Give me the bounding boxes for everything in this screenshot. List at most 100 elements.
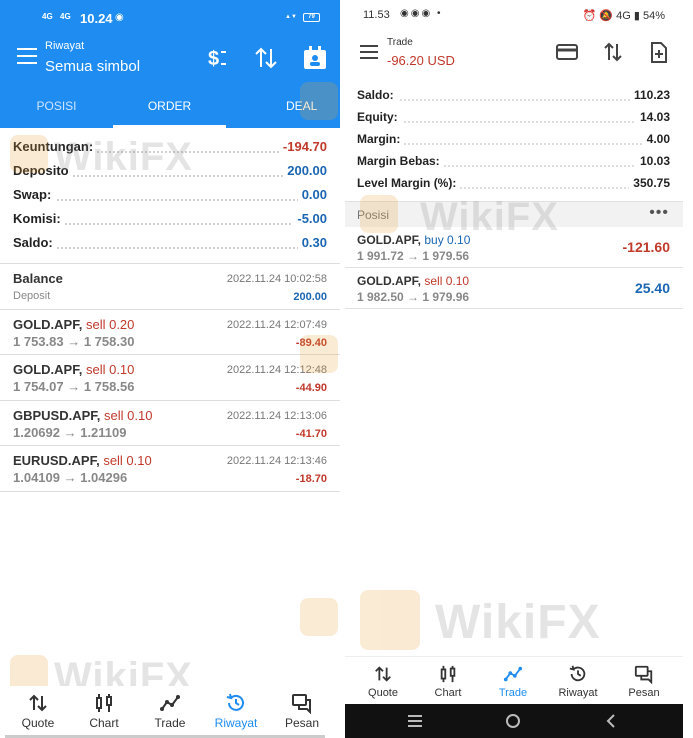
battery-level: 79 (308, 14, 315, 20)
recent-apps-icon[interactable] (407, 714, 423, 728)
nav-trade[interactable]: Trade (137, 686, 203, 738)
nav-pesan[interactable]: Pesan (611, 657, 677, 705)
list-item[interactable]: EURUSD.APF, sell 0.10 1.04109 → 1.04296 … (0, 446, 340, 492)
summary-value: -5.00 (293, 211, 327, 226)
list-item[interactable]: GBPUSD.APF, sell 0.10 1.20692 → 1.21109 … (0, 401, 340, 446)
appbar-title[interactable]: Semua simbol (45, 58, 140, 75)
nav-label: Quote (368, 687, 398, 699)
history-list: Balance Deposit 2022.11.24 10:02:58 200.… (0, 263, 340, 492)
watermark-logo (300, 335, 340, 375)
summary-row-margin: Margin: 4.00 (345, 128, 683, 150)
card-icon[interactable] (555, 41, 579, 63)
summary-row-balance: Saldo: 0.30 (0, 226, 340, 250)
quote-arrows-icon (29, 694, 47, 712)
new-order-icon[interactable] (647, 41, 671, 63)
summary-row-saldo: Saldo: 110.23 (345, 84, 683, 106)
history-value: -41.70 (295, 427, 327, 440)
summary-value: 350.75 (629, 176, 670, 190)
status-bar: 4G 4G 10.24 ◉ ▲▼ 79 (0, 0, 340, 36)
summary-label: Saldo: (357, 88, 398, 102)
history-symbol: EURUSD.APF, (13, 453, 100, 468)
app-bar: Riwayat Semua simbol $ (0, 36, 340, 86)
appbar-title: Trade (387, 37, 413, 48)
history-sub: 1.04109 → 1.04296 (13, 470, 128, 485)
summary-value: 14.03 (635, 110, 670, 124)
bottom-nav: Quote Chart Trade Riwayat Pesan (345, 656, 683, 704)
appbar-subtitle: Riwayat (45, 40, 85, 52)
battery-level: 54% (642, 10, 665, 22)
dollar-filter-icon[interactable]: $ (204, 45, 230, 71)
summary-label: Swap: (13, 187, 56, 202)
list-item[interactable]: Balance Deposit 2022.11.24 10:02:58 200.… (0, 264, 340, 310)
watermark: WikiFX (10, 135, 210, 185)
history-side: sell 0.10 (85, 362, 135, 377)
position-prices: 1 991.72 → 1 979.56 (357, 249, 470, 263)
notification-icons: ◉◉◉ • (400, 8, 443, 19)
left-screen: 4G 4G 10.24 ◉ ▲▼ 79 Riwayat Semua simbol… (0, 0, 340, 738)
nav-quote[interactable]: Quote (5, 686, 71, 738)
summary-row-free-margin: Margin Bebas: 10.03 (345, 150, 683, 172)
history-date: 2022.11.24 12:13:46 (226, 455, 327, 467)
history-date: 2022.11.24 12:07:49 (226, 318, 327, 331)
messages-icon (292, 694, 311, 714)
nav-riwayat[interactable]: Riwayat (203, 686, 269, 738)
nav-label: Riwayat (558, 687, 598, 699)
tab-posisi[interactable]: POSISI (0, 86, 113, 128)
messages-icon (634, 665, 653, 684)
table-row[interactable]: GOLD.APF, sell 0.10 1 982.50 → 1 979.96 … (345, 268, 683, 309)
battery-icon: 79 (303, 13, 320, 22)
nav-pesan[interactable]: Pesan (269, 686, 335, 738)
history-symbol: GOLD.APF, (13, 362, 83, 377)
sort-icon[interactable] (601, 41, 625, 63)
tab-order[interactable]: ORDER (113, 86, 226, 128)
watermark: WikiFX (360, 195, 630, 245)
sort-icon[interactable] (253, 45, 279, 71)
menu-icon[interactable] (360, 45, 378, 59)
back-icon[interactable] (605, 713, 617, 729)
nav-chart[interactable]: Chart (415, 657, 481, 705)
menu-icon[interactable] (17, 48, 37, 66)
nav-trade[interactable]: Trade (480, 657, 546, 705)
more-options-icon[interactable]: ••• (649, 204, 669, 222)
calendar-icon[interactable] (302, 45, 328, 71)
history-value: -18.70 (295, 473, 327, 485)
network-label: 4G (616, 10, 631, 22)
candlestick-chart-icon (96, 694, 112, 712)
bottom-nav: Quote Chart Trade Riwayat Pesan (0, 686, 340, 738)
history-symbol: GOLD.APF, (13, 316, 83, 332)
summary-row-commission: Komisi: -5.00 (0, 202, 340, 226)
summary-label: Margin: (357, 132, 405, 146)
summary-value: 10.03 (635, 154, 670, 168)
nav-quote[interactable]: Quote (350, 657, 416, 705)
list-item[interactable]: GOLD.APF, sell 0.20 1 753.83 → 1 758.30 … (0, 310, 340, 355)
status-time: 11.53 (363, 9, 390, 21)
summary-value: 110.23 (629, 88, 670, 102)
summary-label: Equity: (357, 110, 402, 124)
summary-value: 4.00 (642, 132, 670, 146)
history-symbol: Balance (13, 271, 63, 286)
position-prices: 1 982.50 → 1 979.96 (357, 290, 470, 304)
watermark: WikiFX (360, 590, 660, 655)
history-date: 2022.11.24 12:13:06 (226, 409, 327, 422)
network-speed-icon: ▲▼ (285, 14, 297, 20)
whatsapp-icon: ◉ (115, 12, 124, 23)
status-bar: 11.53 ◉◉◉ • ⏰ 🔕 4G ▮ 54% (345, 0, 683, 28)
history-date: 2022.11.24 10:02:58 (226, 273, 327, 285)
position-side: sell 0.10 (424, 274, 470, 288)
signal-2-label: 4G (60, 12, 71, 21)
nav-label: Trade (154, 716, 186, 730)
nav-label: Riwayat (214, 716, 258, 730)
app-bar: Trade -96.20 USD (345, 28, 683, 78)
nav-chart[interactable]: Chart (71, 686, 137, 738)
quote-arrows-icon (375, 666, 391, 682)
home-icon[interactable] (505, 713, 521, 729)
tab-bar: POSISI ORDER DEAL (0, 86, 340, 128)
nav-riwayat[interactable]: Riwayat (545, 657, 611, 705)
watermark-logo (300, 598, 340, 638)
nav-label: Pesan (628, 687, 660, 699)
list-item[interactable]: GOLD.APF, sell 0.10 1 754.07 → 1 758.56 … (0, 355, 340, 401)
history-sub: 1 753.83 → 1 758.30 (13, 333, 135, 349)
history-value: -44.90 (295, 382, 327, 394)
history-side: sell 0.10 (103, 453, 152, 468)
nav-label: Chart (434, 687, 462, 699)
